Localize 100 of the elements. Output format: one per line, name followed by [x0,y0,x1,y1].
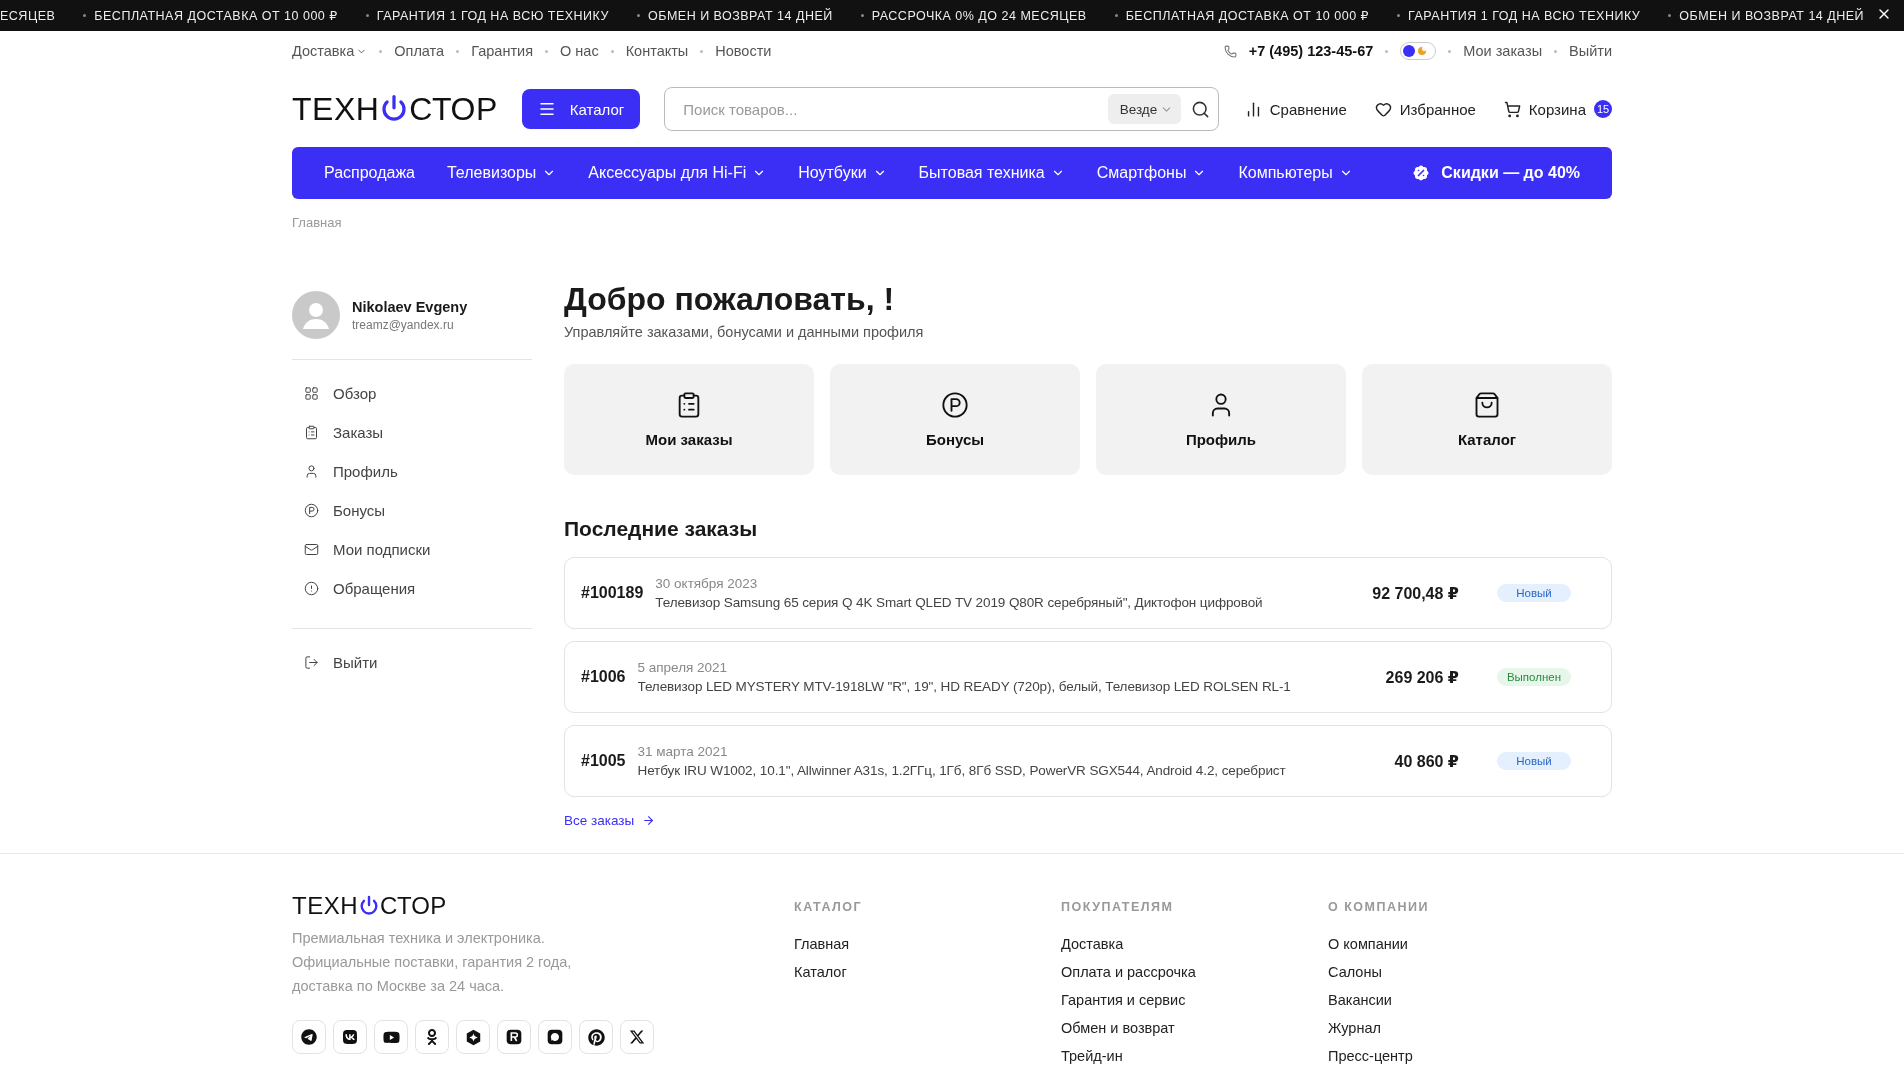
social-link[interactable] [374,1020,408,1054]
welcome-title: Добро пожаловать, ! [564,281,896,318]
order-date: 30 октября 2023 [655,576,759,591]
social-link[interactable] [415,1020,449,1054]
power-icon [358,895,380,917]
quick-link-card[interactable]: Профиль [1096,364,1346,475]
order-row[interactable]: #1006 5 апреля 2021 Телевизор LED MYSTERY MTV-1918LW "R", 19", HD READY (720p), белый, Телевизор LED ROLSEN RL-1 269 206 ₽ Выполнен [564,641,1612,713]
mail-icon [304,542,319,557]
logo[interactable]: ТЕХН СТОР [292,90,498,128]
logout-icon [304,655,319,670]
all-orders-link[interactable]: Все заказы [564,813,656,828]
nav-item[interactable]: Аксессуары для Hi-Fi [588,164,767,182]
footer-link[interactable]: Обмен и возврат [1061,1018,1328,1038]
ticker-text: БЕСПЛАТНАЯ ДОСТАВКА ОТ 10 000 ₽ [83,8,338,23]
top-link[interactable]: Оплата [394,43,445,59]
sidebar-item[interactable]: Обзор [292,374,532,413]
phone-number[interactable]: +7 (495) 123-45-67 [1248,43,1374,59]
top-link[interactable]: Выйти [1569,43,1612,59]
grid-icon [304,386,319,401]
ticker-text: ГАРАНТИЯ 1 ГОД НА ВСЮ ТЕХНИКУ [1397,8,1641,23]
top-link[interactable]: Контакты [625,43,689,59]
scope-dropdown[interactable]: Везде [1107,94,1182,124]
menu-icon [537,100,556,118]
footer-link[interactable]: Салоны [1328,962,1612,982]
social-link[interactable] [497,1020,531,1054]
social-link[interactable] [333,1020,367,1054]
sidebar-item[interactable]: Бонусы [292,491,532,530]
order-number: #1006 [581,668,626,686]
quick-link-card[interactable]: Каталог [1362,364,1612,475]
footer-link[interactable]: Оплата и рассрочка [1061,962,1328,982]
sidebar-item[interactable]: Профиль [292,452,532,491]
footer-link[interactable]: Главная [794,934,1061,954]
quick-link-card[interactable]: Мои заказы [564,364,814,475]
ticker-text: БЕСПЛАТНАЯ ДОСТАВКА ОТ 10 000 ₽ [1114,8,1370,23]
footer-link[interactable]: Трейд-ин [1061,1046,1328,1066]
alert-icon [304,581,319,596]
top-link[interactable]: О нас [560,43,599,59]
search-button[interactable] [1191,99,1211,119]
catalog-button[interactable]: Каталог [521,89,641,129]
avatar [292,291,340,339]
discount-link[interactable]: Скидки — до 40% [1411,163,1580,183]
bonus-coin-icon [304,503,319,518]
order-items: Нетбук IRU W1002, 10.1", Allwinner A31s, 1.2ГГц, 1Гб, 8Гб SSD, PowerVR SGX544, Android 4.2, серебрист [637,763,1287,778]
social-link[interactable] [538,1020,572,1054]
theme-toggle[interactable] [1400,42,1437,60]
header-action[interactable]: Сравнение [1244,100,1347,118]
ticker-text: ГАРАНТИЯ 1 ГОД НА ВСЮ ТЕХНИКУ [365,8,609,23]
sidebar-item[interactable]: Заказы [292,413,532,452]
nav-item[interactable]: Ноутбуки [798,164,887,182]
social-link[interactable] [579,1020,613,1054]
status-badge: Выполнен [1497,668,1571,686]
sidebar-item[interactable]: Мои подписки [292,530,532,569]
footer-link[interactable]: Каталог [794,962,1061,982]
nav-item[interactable]: Бытовая техника [918,164,1065,182]
footer-heading: ПОКУПАТЕЛЯМ [1061,900,1175,914]
footer-tagline: Премиальная техника и электроника. Официальные поставки, гарантия 2 года, доставка по Москве за 24 часа. [292,929,573,996]
social-link[interactable] [456,1020,490,1054]
footer-link[interactable]: Доставка [1061,934,1328,954]
pinterest-icon [587,1028,605,1046]
percent-badge-icon [1411,163,1432,183]
footer-link[interactable]: Пресс-центр [1328,1046,1612,1066]
rutube-icon [506,1029,522,1045]
order-total: 269 206 ₽ [1384,667,1459,687]
top-link[interactable]: Гарантия [471,43,533,59]
moon-icon [1417,46,1428,56]
search-icon [1191,99,1211,119]
header-action[interactable]: Избранное [1374,100,1476,118]
top-link[interactable]: Мои заказы [1463,43,1543,59]
footer-link[interactable]: О компании [1328,934,1612,954]
header-action[interactable]: Корзина 15 [1503,100,1612,118]
ticker-text: ЕСЯЦЕВ [0,8,56,23]
welcome-subtitle: Управляйте заказами, бонусами и данными профиля [564,324,925,340]
vk-icon [342,1029,358,1045]
nav-item[interactable]: Телевизоры [447,164,557,182]
quick-link-card[interactable]: Бонусы [830,364,1080,475]
footer-heading: КАТАЛОГ [794,900,864,914]
footer-link[interactable]: Журнал [1328,1018,1612,1038]
shopping-bag-icon [1473,391,1501,419]
ticker-text: РАССРОЧКА 0% ДО 24 МЕСЯЦЕВ [860,8,1087,23]
odnoklassniki-icon [424,1029,440,1045]
footer-link[interactable]: Вакансии [1328,990,1612,1010]
bonus-coin-icon [941,391,969,419]
top-link[interactable]: Доставка [292,43,368,59]
sidebar-item[interactable]: Обращения [292,569,532,608]
nav-item[interactable]: Смартфоны [1096,164,1207,182]
footer-heading: О КОМПАНИИ [1328,900,1430,914]
logout-link[interactable]: Выйти [292,643,532,682]
logo[interactable]: ТЕХН СТОР [292,892,794,920]
social-link[interactable] [620,1020,654,1054]
phone-icon [1223,44,1237,58]
order-row[interactable]: #100189 30 октября 2023 Телевизор Samsung 65 серия Q 4K Smart QLED TV 2019 Q80R серебряный", Диктофон цифровой 92 700,48 ₽ Новый [564,557,1612,629]
nav-item[interactable]: Распродажа [324,164,415,182]
status-badge: Новый [1497,752,1571,770]
cart-icon [1503,100,1521,118]
nav-item[interactable]: Компьютеры [1238,164,1353,182]
top-link[interactable]: Новости [715,43,772,59]
social-link[interactable] [292,1020,326,1054]
footer-link[interactable]: Гарантия и сервис [1061,990,1328,1010]
order-row[interactable]: #1005 31 марта 2021 Нетбук IRU W1002, 10.1", Allwinner A31s, 1.2ГГц, 1Гб, 8Гб SSD, PowerVR SGX544, Android 4.2, серебрист 40 860 ₽ Новый [564,725,1612,797]
search-field[interactable]: Поиск товаров... Везде [664,87,1220,131]
